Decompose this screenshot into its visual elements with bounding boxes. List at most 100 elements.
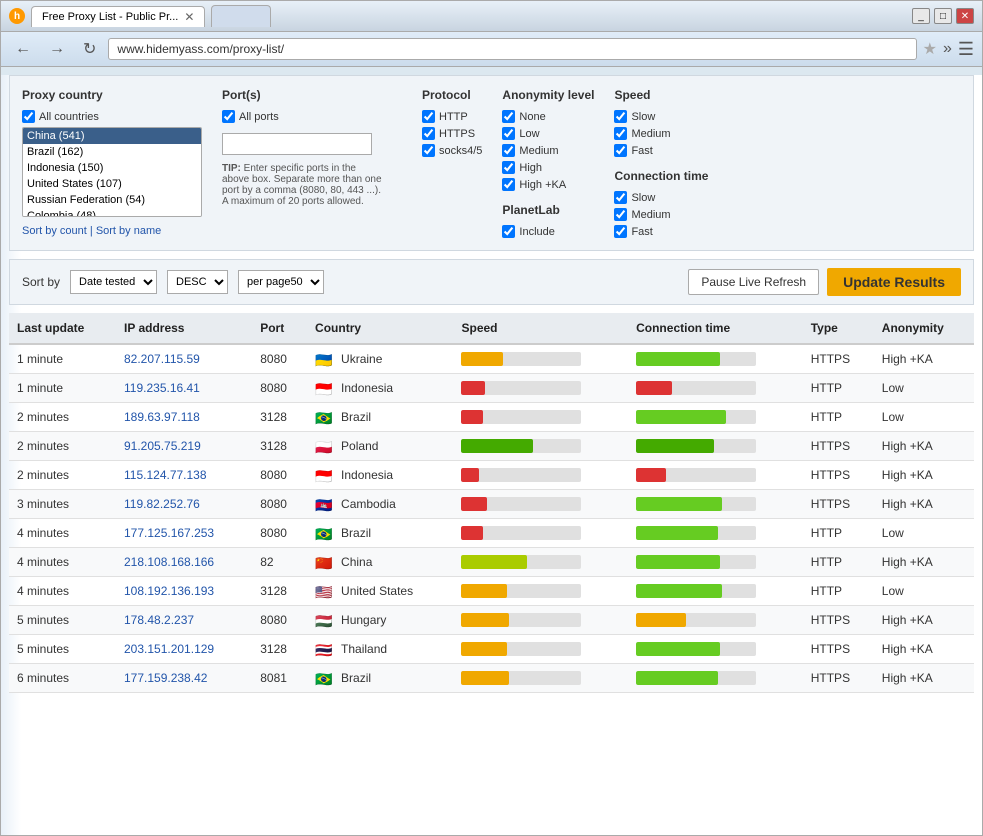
conn-fast-checkbox[interactable] [614, 225, 627, 238]
country-us[interactable]: United States (107) [23, 176, 201, 192]
extensions-icon[interactable]: » [943, 40, 952, 58]
speed-slow-checkbox[interactable] [614, 110, 627, 123]
anonymity-filter: Anonymity level None Low Medium High [502, 88, 594, 238]
port-input-field[interactable] [222, 133, 372, 155]
cell-last-update: 5 minutes [9, 635, 116, 664]
ip-link[interactable]: 108.192.136.193 [124, 584, 214, 598]
anon-medium-checkbox[interactable] [502, 144, 515, 157]
menu-icon[interactable]: ☰ [958, 39, 974, 60]
conn-slow-checkbox[interactable] [614, 191, 627, 204]
country-flag: 🇧🇷 [315, 671, 335, 685]
ip-link[interactable]: 82.207.115.59 [124, 352, 200, 366]
socks-checkbox[interactable] [422, 144, 435, 157]
table-row: 5 minutes 203.151.201.129 3128 🇹🇭 Thaila… [9, 635, 974, 664]
http-checkbox[interactable] [422, 110, 435, 123]
conn-medium-checkbox[interactable] [614, 208, 627, 221]
ip-link[interactable]: 91.205.75.219 [124, 439, 201, 453]
cell-speed [453, 344, 628, 374]
ip-link[interactable]: 177.159.238.42 [124, 671, 207, 685]
update-results-btn[interactable]: Update Results [827, 268, 961, 296]
cell-country: 🇺🇸 United States [307, 577, 453, 606]
minimize-btn[interactable]: _ [912, 8, 930, 24]
anon-high-checkbox[interactable] [502, 161, 515, 174]
connection-time-label: Connection time [614, 169, 708, 183]
ip-link[interactable]: 218.108.168.166 [124, 555, 214, 569]
ip-link[interactable]: 203.151.201.129 [124, 642, 214, 656]
col-country: Country [307, 313, 453, 344]
back-button[interactable]: ← [9, 38, 37, 60]
speed-bar [461, 526, 581, 540]
country-china[interactable]: China (541) [23, 128, 201, 144]
close-btn[interactable]: ✕ [956, 8, 974, 24]
ip-link[interactable]: 119.82.252.76 [124, 497, 200, 511]
https-label: HTTPS [439, 128, 475, 140]
cell-port: 8080 [252, 374, 307, 403]
pause-live-refresh-btn[interactable]: Pause Live Refresh [688, 269, 819, 295]
planetlab-include-checkbox[interactable] [502, 225, 515, 238]
cell-country: 🇮🇩 Indonesia [307, 374, 453, 403]
cell-port: 8080 [252, 490, 307, 519]
browser-tab[interactable]: Free Proxy List - Public Pr... ✕ [31, 6, 205, 27]
sort-field-select[interactable]: Date tested [70, 270, 157, 294]
https-checkbox-item: HTTPS [422, 127, 482, 140]
tab-close-btn[interactable]: ✕ [184, 10, 194, 24]
sort-by-count-link[interactable]: Sort by count [22, 225, 87, 237]
cell-port: 3128 [252, 403, 307, 432]
ip-link[interactable]: 119.235.16.41 [124, 381, 200, 395]
refresh-button[interactable]: ↻ [77, 37, 102, 61]
sort-order-select[interactable]: DESC ASC [167, 270, 228, 294]
maximize-btn[interactable]: □ [934, 8, 952, 24]
cell-country: 🇧🇷 Brazil [307, 664, 453, 693]
planetlab-section: PlanetLab [502, 203, 594, 221]
anon-low-checkbox[interactable] [502, 127, 515, 140]
ip-link[interactable]: 177.125.167.253 [124, 526, 214, 540]
country-russia[interactable]: Russian Federation (54) [23, 192, 201, 208]
cell-speed [453, 577, 628, 606]
http-checkbox-item: HTTP [422, 110, 482, 123]
https-checkbox[interactable] [422, 127, 435, 140]
country-select[interactable]: China (541) Brazil (162) Indonesia (150)… [22, 127, 202, 217]
speed-medium-checkbox[interactable] [614, 127, 627, 140]
sort-links: Sort by count | Sort by name [22, 225, 202, 237]
speed-bar [461, 468, 581, 482]
country-cell: 🇰🇭 Cambodia [315, 497, 445, 511]
all-ports-checkbox[interactable] [222, 110, 235, 123]
conn-fill [636, 410, 726, 424]
cell-port: 8080 [252, 344, 307, 374]
country-flag: 🇺🇸 [315, 584, 335, 598]
forward-button[interactable]: → [43, 38, 71, 60]
ip-link[interactable]: 115.124.77.138 [124, 468, 207, 482]
cell-country: 🇹🇭 Thailand [307, 635, 453, 664]
ip-link[interactable]: 178.48.2.237 [124, 613, 194, 627]
cell-port: 8080 [252, 519, 307, 548]
sort-by-name-link[interactable]: Sort by name [96, 225, 161, 237]
conn-fill [636, 468, 666, 482]
cell-connection-time [628, 635, 803, 664]
anon-high-item: High [502, 161, 594, 174]
conn-bar [636, 439, 756, 453]
country-indonesia[interactable]: Indonesia (150) [23, 160, 201, 176]
ip-link[interactable]: 189.63.97.118 [124, 410, 200, 424]
all-countries-checkbox[interactable] [22, 110, 35, 123]
cell-anonymity: Low [874, 374, 974, 403]
speed-fast-checkbox[interactable] [614, 144, 627, 157]
anon-highka-checkbox[interactable] [502, 178, 515, 191]
country-colombia[interactable]: Colombia (48) [23, 208, 201, 217]
bookmark-icon[interactable]: ★ [923, 39, 937, 59]
anon-none-checkbox[interactable] [502, 110, 515, 123]
speed-medium-label: Medium [631, 128, 670, 140]
cell-country: 🇧🇷 Brazil [307, 519, 453, 548]
cell-last-update: 4 minutes [9, 577, 116, 606]
table-header: Last update IP address Port Country Spee… [9, 313, 974, 344]
per-page-select[interactable]: per page50 [238, 270, 324, 294]
cell-speed [453, 519, 628, 548]
new-tab-area[interactable] [211, 5, 271, 27]
address-bar[interactable]: www.hidemyass.com/proxy-list/ [108, 38, 916, 60]
cell-last-update: 4 minutes [9, 519, 116, 548]
country-brazil[interactable]: Brazil (162) [23, 144, 201, 160]
cell-connection-time [628, 519, 803, 548]
speed-fill [461, 526, 483, 540]
country-name: Thailand [341, 642, 387, 656]
table-row: 4 minutes 218.108.168.166 82 🇨🇳 China HT… [9, 548, 974, 577]
title-bar-left: h Free Proxy List - Public Pr... ✕ [9, 5, 271, 27]
